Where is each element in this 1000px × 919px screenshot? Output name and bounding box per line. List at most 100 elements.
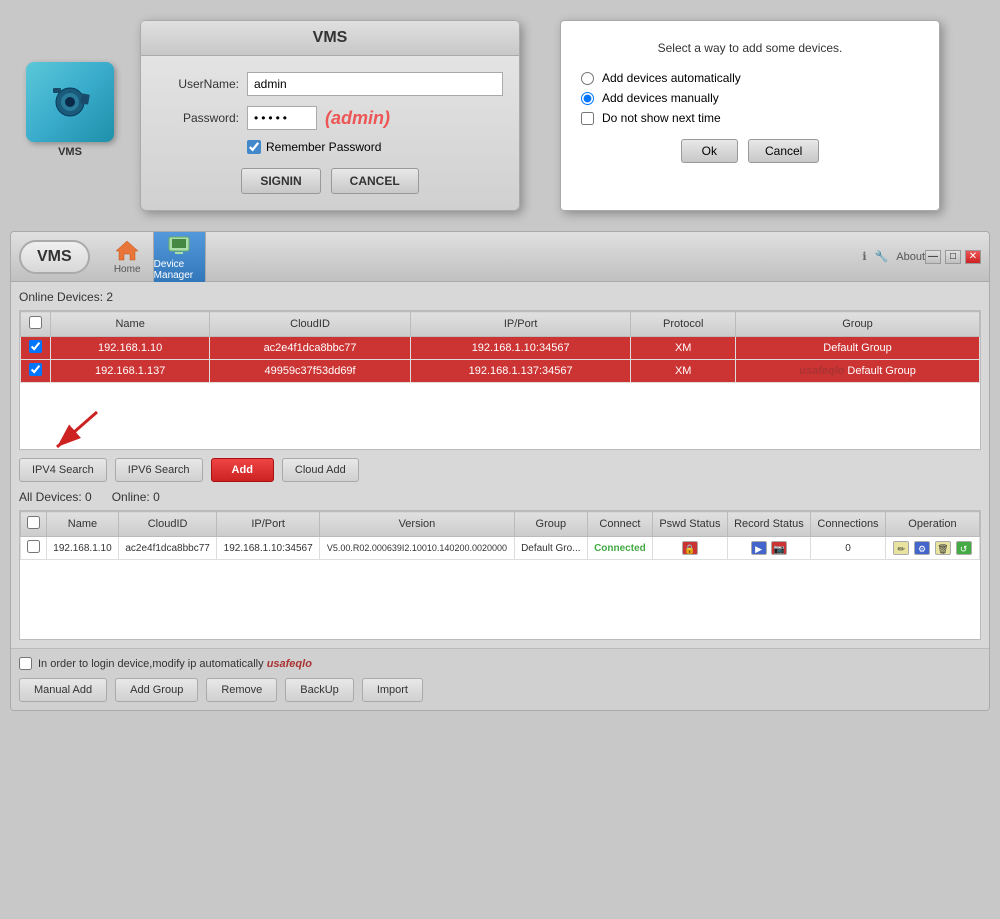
online-devices-table: Name CloudID IP/Port Protocol Group 192.… bbox=[20, 311, 980, 383]
row-name: 192.168.1.10 bbox=[51, 337, 210, 360]
login-buttons: SIGNIN CANCEL bbox=[157, 168, 503, 194]
password-input[interactable] bbox=[247, 106, 317, 130]
topbar-right: ℹ 🔧 About bbox=[862, 250, 925, 263]
auto-modify-ip-checkbox[interactable] bbox=[19, 657, 32, 670]
camera-icon bbox=[45, 80, 95, 124]
all-devices-label: All Devices: 0 bbox=[19, 490, 92, 504]
close-button[interactable]: ✕ bbox=[965, 250, 981, 264]
vms-icon-label: VMS bbox=[58, 146, 82, 158]
row-d-name: 192.168.1.10 bbox=[47, 537, 119, 560]
backup-button[interactable]: BackUp bbox=[285, 678, 354, 702]
row-d-cloudid: ac2e4f1dca8bbc77 bbox=[118, 537, 216, 560]
watermark-group: usafeqlo bbox=[799, 365, 844, 377]
col-d-connections: Connections bbox=[811, 512, 886, 537]
radio-auto[interactable] bbox=[581, 72, 594, 85]
select-all-online[interactable] bbox=[29, 316, 42, 329]
info-icon: ℹ bbox=[862, 250, 866, 263]
do-not-show-option[interactable]: Do not show next time bbox=[581, 111, 919, 125]
home-icon bbox=[113, 238, 141, 262]
password-field-group: (admin) bbox=[247, 106, 503, 130]
row-name: 192.168.1.137 bbox=[51, 360, 210, 383]
maximize-button[interactable]: □ bbox=[945, 250, 961, 264]
password-row: Password: (admin) bbox=[157, 106, 503, 130]
row-d-operation[interactable]: ✏ ⚙ 🗑 ↺ bbox=[885, 537, 979, 560]
import-button[interactable]: Import bbox=[362, 678, 423, 702]
cancel-add-button[interactable]: Cancel bbox=[748, 139, 819, 163]
col-group: Group bbox=[736, 312, 980, 337]
remember-checkbox[interactable] bbox=[247, 140, 261, 154]
video-icon: 📷 bbox=[771, 541, 787, 555]
radio-option-auto[interactable]: Add devices automatically bbox=[581, 71, 919, 85]
radio-manual[interactable] bbox=[581, 92, 594, 105]
password-hint: (admin) bbox=[325, 108, 390, 129]
nav-device-manager-button[interactable]: Device Manager bbox=[154, 232, 206, 282]
row-d-group: Default Gro... bbox=[514, 537, 587, 560]
op-edit-icon[interactable]: ✏ bbox=[893, 541, 909, 555]
vms-logo-button[interactable]: VMS bbox=[19, 240, 90, 274]
col-checkbox bbox=[21, 312, 51, 337]
online-devices-label: Online Devices: 2 bbox=[19, 290, 981, 304]
radio-auto-label: Add devices automatically bbox=[602, 71, 741, 85]
manual-add-button[interactable]: Manual Add bbox=[19, 678, 107, 702]
all-devices-header: All Devices: 0 Online: 0 bbox=[19, 490, 981, 504]
col-ipport: IP/Port bbox=[410, 312, 631, 337]
row-checkbox[interactable] bbox=[21, 337, 51, 360]
col-d-version: Version bbox=[320, 512, 515, 537]
radio-option-manual[interactable]: Add devices manually bbox=[581, 91, 919, 105]
about-label: About bbox=[896, 251, 925, 263]
add-group-button[interactable]: Add Group bbox=[115, 678, 198, 702]
row-ipport: 192.168.1.10:34567 bbox=[410, 337, 631, 360]
col-check bbox=[21, 512, 47, 537]
vms-app-icon[interactable]: VMS bbox=[20, 60, 120, 160]
do-not-show-checkbox[interactable] bbox=[581, 112, 594, 125]
row-protocol: XM bbox=[631, 360, 736, 383]
cloud-add-button[interactable]: Cloud Add bbox=[282, 458, 359, 482]
bottom-area: In order to login device,modify ip autom… bbox=[11, 648, 989, 710]
row-group: usafeqlo Default Group bbox=[736, 360, 980, 383]
minimize-button[interactable]: — bbox=[925, 250, 941, 264]
username-input[interactable] bbox=[247, 72, 503, 96]
row-cloudid: ac2e4f1dca8bbc77 bbox=[210, 337, 411, 360]
cancel-login-button[interactable]: CANCEL bbox=[331, 168, 419, 194]
row-d-version: V5.00.R02.000639I2.10010.140200.0020000 bbox=[320, 537, 515, 560]
col-protocol: Protocol bbox=[631, 312, 736, 337]
table-row[interactable]: 192.168.1.10 ac2e4f1dca8bbc77 192.168.1.… bbox=[21, 537, 980, 560]
table-row[interactable]: 192.168.1.137 49959c37f53dd69f 192.168.1… bbox=[21, 360, 980, 383]
top-section: VMS VMS UserName: Password: (admin) Reme… bbox=[0, 0, 1000, 231]
all-devices-header-row: Name CloudID IP/Port Version Group Conne… bbox=[21, 512, 980, 537]
select-all-devices[interactable] bbox=[27, 516, 40, 529]
login-title: VMS bbox=[141, 21, 519, 56]
username-row: UserName: bbox=[157, 72, 503, 96]
record-icon: ▶ bbox=[751, 541, 767, 555]
online-table-header: Name CloudID IP/Port Protocol Group bbox=[21, 312, 980, 337]
col-d-ipport: IP/Port bbox=[217, 512, 320, 537]
row-cloudid: 49959c37f53dd69f bbox=[210, 360, 411, 383]
do-not-show-label: Do not show next time bbox=[602, 111, 721, 125]
row-checkbox[interactable] bbox=[21, 360, 51, 383]
col-d-pswd: Pswd Status bbox=[653, 512, 728, 537]
password-label: Password: bbox=[157, 111, 247, 125]
ipv6-search-button[interactable]: IPV6 Search bbox=[115, 458, 203, 482]
bottom-watermark: usafeqlo bbox=[267, 658, 312, 670]
add-device-dialog: Select a way to add some devices. Add de… bbox=[560, 20, 940, 211]
col-d-cloudid: CloudID bbox=[118, 512, 216, 537]
topbar-controls: — □ ✕ bbox=[925, 250, 981, 264]
table-row[interactable]: 192.168.1.10 ac2e4f1dca8bbc77 192.168.1.… bbox=[21, 337, 980, 360]
op-config-icon[interactable]: ⚙ bbox=[914, 541, 930, 555]
nav-home-button[interactable]: Home bbox=[102, 232, 154, 282]
row-group: Default Group bbox=[736, 337, 980, 360]
row-protocol: XM bbox=[631, 337, 736, 360]
signin-button[interactable]: SIGNIN bbox=[241, 168, 320, 194]
row-select[interactable] bbox=[21, 537, 47, 560]
ipv4-search-button[interactable]: IPV4 Search bbox=[19, 458, 107, 482]
main-app: VMS Home Device Manager ℹ 🔧 Abo bbox=[10, 231, 990, 711]
row-d-connect: Connected bbox=[587, 537, 652, 560]
add-button[interactable]: Add bbox=[211, 458, 274, 482]
op-refresh-icon[interactable]: ↺ bbox=[956, 541, 972, 555]
remove-button[interactable]: Remove bbox=[206, 678, 277, 702]
all-devices-table: Name CloudID IP/Port Version Group Conne… bbox=[20, 511, 980, 560]
connected-status: Connected bbox=[594, 543, 646, 554]
password-status-icon: 🔒 bbox=[682, 541, 698, 555]
op-delete-icon[interactable]: 🗑 bbox=[935, 541, 951, 555]
ok-button[interactable]: Ok bbox=[681, 139, 738, 163]
